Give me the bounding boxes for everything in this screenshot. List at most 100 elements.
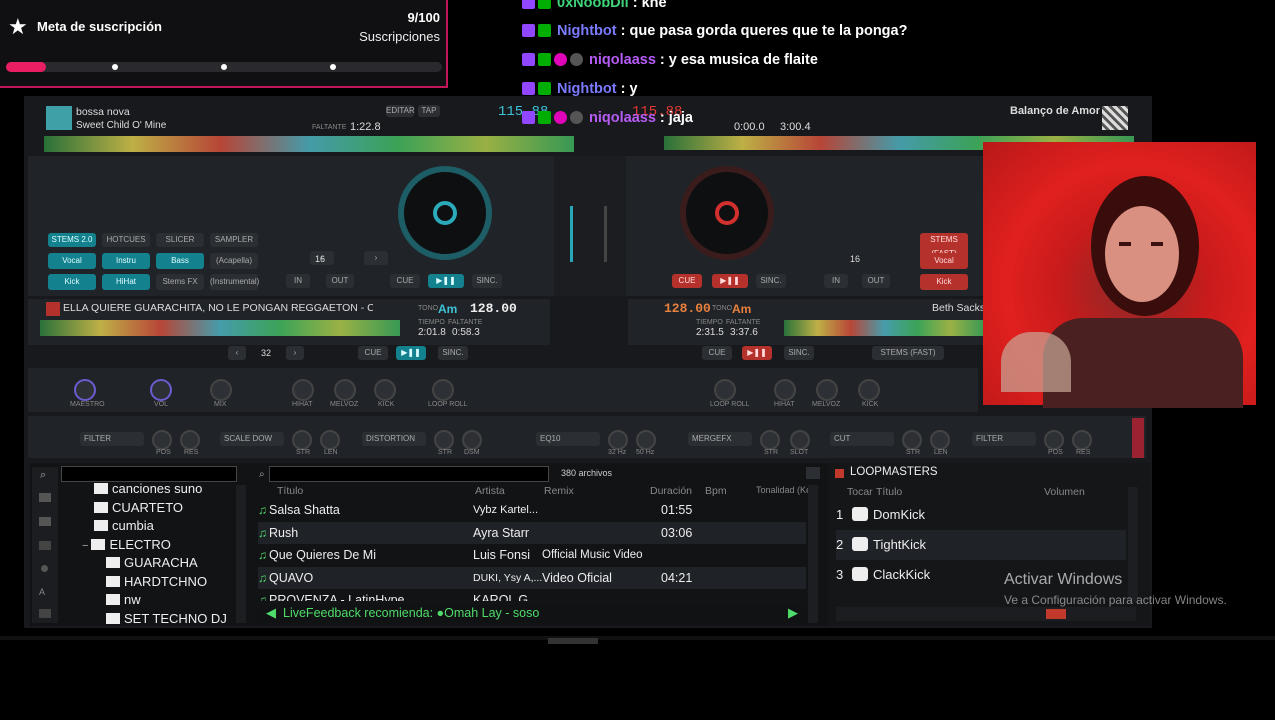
play-right-button[interactable]: ▶❚❚ [712, 274, 748, 288]
sampler-icon[interactable] [39, 541, 51, 550]
melvoz-knob-left[interactable] [334, 379, 356, 401]
kick-knob-left[interactable] [374, 379, 396, 401]
hihat-knob-left[interactable] [292, 379, 314, 401]
pad-instrumental[interactable]: (Instrumental) [210, 274, 259, 290]
list-view-icon[interactable] [806, 467, 820, 479]
len-knob-1[interactable] [320, 430, 340, 450]
loop-scrollbar[interactable] [1128, 487, 1138, 602]
list-item[interactable]: 2 TightKick [836, 530, 1126, 560]
search-icon[interactable]: ⌕ [40, 469, 46, 482]
fx-eq[interactable]: EQ10 [536, 432, 600, 446]
text-icon[interactable]: A [39, 587, 45, 597]
sync-right-bottom-button[interactable]: SINC. [784, 346, 814, 360]
mix-knob[interactable] [210, 379, 232, 401]
folder-item[interactable]: CUARTETO [94, 499, 244, 518]
folder-item[interactable]: HARDTCHNO [106, 573, 244, 592]
len-knob-2[interactable] [930, 430, 950, 450]
stems-fast-select[interactable]: STEMS (FAST) [872, 346, 944, 360]
jogwheel-left[interactable] [398, 166, 492, 260]
waveform-left-overview[interactable] [44, 136, 574, 152]
pad-mode-stems[interactable]: STEMS 2.0 [48, 233, 96, 247]
fx-scale-down[interactable]: SCALE DOW [220, 432, 284, 446]
loop-roll-knob-left[interactable] [432, 379, 454, 401]
cue-right-bottom-button[interactable]: CUE [702, 346, 732, 360]
cue-left-button[interactable]: CUE [390, 274, 420, 288]
fx-merge[interactable]: MERGEFX [688, 432, 752, 446]
track-search-input[interactable] [269, 466, 549, 482]
col-bpm[interactable]: Bpm [705, 485, 727, 497]
sync-right-button[interactable]: SINC. [756, 274, 786, 288]
str-knob-1[interactable] [292, 430, 312, 450]
pad-instru[interactable]: Instru [102, 253, 150, 269]
col-key[interactable]: Tonalidad (Key [756, 485, 816, 495]
playlist-icon[interactable] [39, 517, 51, 526]
pad-mode-sampler[interactable]: SAMPLER [210, 233, 258, 247]
table-row[interactable]: ♫ Que Quieres De Mi Luis Fonsi Official M… [258, 544, 806, 567]
vol-knob[interactable] [150, 379, 172, 401]
fx-cut[interactable]: CUT [830, 432, 894, 446]
loop-next-left[interactable]: › [364, 251, 388, 265]
col-artist[interactable]: Artista [475, 485, 505, 497]
hz32-knob[interactable] [608, 430, 628, 450]
waveform-left-bottom[interactable] [40, 320, 400, 336]
folder-item[interactable]: SET TECHNO DJ [106, 610, 244, 629]
res-knob-left[interactable] [180, 430, 200, 450]
hz50-knob[interactable] [636, 430, 656, 450]
col-loop-title[interactable]: Título [876, 486, 902, 498]
feedback-right-arrow-icon[interactable]: ▶ [788, 605, 798, 621]
table-row[interactable]: ♫ QUAVO DUKI, Ysy A,... Video Oficial 04:… [258, 566, 806, 589]
res-knob-right[interactable] [1072, 430, 1092, 450]
fx-distortion[interactable]: DISTORTION [362, 432, 426, 446]
col-volume[interactable]: Volumen [1044, 486, 1085, 498]
folder-icon[interactable] [39, 493, 51, 502]
folder-item[interactable]: GUARACHA [106, 554, 244, 573]
sync-left-bottom-button[interactable]: SINC. [438, 346, 468, 360]
table-row[interactable]: ♫ PROVENZA - LatinHype KAROL G [258, 589, 806, 601]
record-loop-icon[interactable] [1046, 609, 1066, 619]
hihat-knob-right[interactable] [774, 379, 796, 401]
loop-in-right[interactable]: IN [824, 274, 848, 288]
track-scrollbar[interactable] [808, 485, 818, 623]
loop-in-left[interactable]: IN [286, 274, 310, 288]
loop-out-right[interactable]: OUT [862, 274, 890, 288]
live-feedback-text[interactable]: LiveFeedback recomienda: ●Omah Lay - sos… [283, 606, 539, 620]
loop-roll-knob-right[interactable] [714, 379, 736, 401]
folder-item[interactable]: canciones suno [94, 480, 244, 499]
col-play[interactable]: Tocar [847, 486, 873, 498]
pad-right-vocal[interactable]: Vocal [920, 253, 968, 269]
pos-knob-right[interactable] [1044, 430, 1064, 450]
melvoz-knob-right[interactable] [816, 379, 838, 401]
edit-button[interactable]: EDITAR [386, 105, 415, 117]
play-left-button[interactable]: ▶❚❚ [428, 274, 464, 288]
table-row[interactable]: ♫ Rush Ayra Starr 03:06 [258, 521, 806, 544]
folder-item[interactable]: cumbia [94, 517, 244, 536]
pad-bass[interactable]: Bass [156, 253, 204, 269]
fx-filter-right[interactable]: FILTER [972, 432, 1036, 446]
fx-filter-left[interactable]: FILTER [80, 432, 144, 446]
dsm-knob[interactable] [462, 430, 482, 450]
beats-prev-button[interactable]: ‹ [228, 346, 246, 360]
col-remix[interactable]: Remix [544, 485, 574, 497]
pos-knob-left[interactable] [152, 430, 172, 450]
folder-scrollbar[interactable] [236, 485, 246, 623]
pad-mode-slicer[interactable]: SLICER [156, 233, 204, 247]
str-knob-3[interactable] [760, 430, 780, 450]
maestro-knob[interactable] [74, 379, 96, 401]
kick-knob-right[interactable] [858, 379, 880, 401]
scroll-thumb[interactable] [548, 638, 598, 644]
waveform-right-bottom[interactable] [784, 320, 984, 336]
collapse-icon[interactable]: − [82, 540, 88, 552]
cue-left-bottom-button[interactable]: CUE [358, 346, 388, 360]
pad-hihat[interactable]: HiHat [102, 274, 150, 290]
loop-out-left[interactable]: OUT [326, 274, 354, 288]
beats-next-button[interactable]: › [286, 346, 304, 360]
pad-kick[interactable]: Kick [48, 274, 96, 290]
col-duration[interactable]: Duración [650, 485, 692, 497]
cue-right-button[interactable]: CUE [672, 274, 702, 288]
pad-mode-hotcues[interactable]: HOTCUES [102, 233, 150, 247]
play-right-bottom-button[interactable]: ▶❚❚ [742, 346, 772, 360]
record-icon[interactable] [41, 565, 48, 572]
folder-item[interactable]: − ELECTRO [82, 536, 244, 555]
tap-button[interactable]: TAP [418, 105, 440, 117]
jogwheel-right[interactable] [680, 166, 774, 260]
